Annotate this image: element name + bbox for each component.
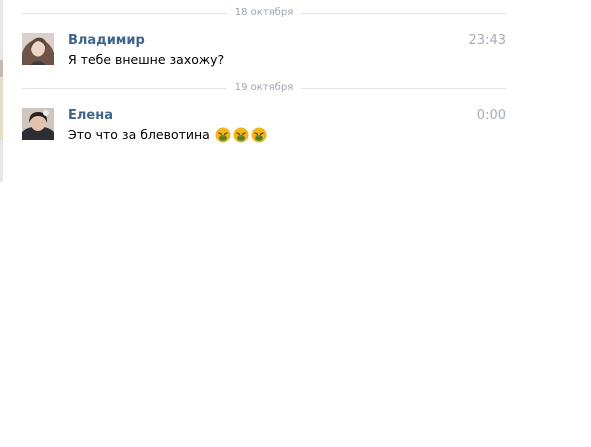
author-link[interactable]: Елена <box>68 108 113 124</box>
message-item: Елена 0:00 Это что за блевотина <box>22 108 506 144</box>
edge-highlight <box>0 60 3 77</box>
message-timestamp: 0:00 <box>476 108 506 123</box>
message-text-row: Это что за блевотина <box>68 127 269 143</box>
message-item: Владимир 23:43 Я тебе внешне захожу? <box>22 33 506 69</box>
message-timestamp: 23:43 <box>468 33 506 48</box>
message-text-row: Я тебе внешне захожу? <box>68 52 224 68</box>
emoji-group <box>215 127 269 143</box>
nauseated-face-icon <box>233 127 249 143</box>
date-separator: 19 октября <box>22 81 506 95</box>
user-avatar-photo[interactable] <box>22 108 54 140</box>
date-label: 18 октября <box>226 6 302 20</box>
user-avatar-photo[interactable] <box>22 33 54 65</box>
nauseated-face-icon <box>215 127 231 143</box>
message-text: Я тебе внешне захожу? <box>68 52 225 67</box>
nauseated-face-icon <box>251 127 267 143</box>
left-edge-strip <box>0 0 3 182</box>
date-label: 19 октября <box>226 81 302 95</box>
message-text: Это что за блевотина <box>68 127 210 142</box>
author-link[interactable]: Владимир <box>68 33 145 49</box>
date-separator: 18 октября <box>22 6 506 20</box>
edge-highlight <box>0 78 3 140</box>
